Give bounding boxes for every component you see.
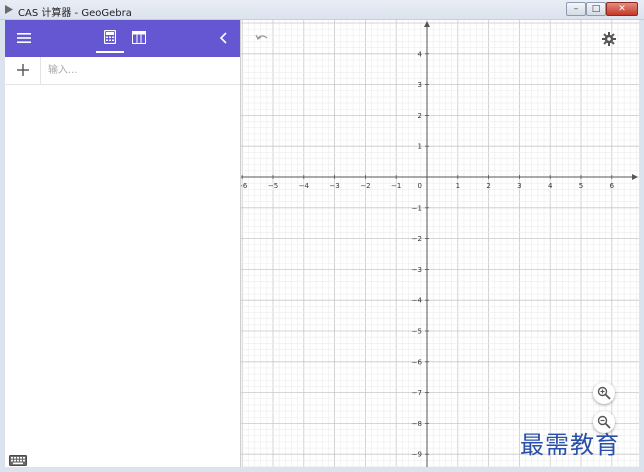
plus-icon[interactable] — [16, 63, 30, 77]
algebra-input[interactable] — [45, 60, 236, 81]
coordinate-grid[interactable]: −6 −5 −4 −3 −2 −1 1 2 3 4 5 6 4 3 2 1 −1 −2 −3 −4 −5 −6 −7 −8 −9… — [241, 20, 639, 467]
algebra-input-row — [5, 57, 240, 85]
y-axis-arrow — [424, 21, 430, 27]
y-tick-label: −3 — [412, 266, 422, 274]
gear-icon[interactable] — [602, 32, 616, 46]
x-tick-label: 6 — [610, 182, 615, 190]
y-tick-label: −8 — [412, 420, 422, 428]
x-tick-label: 3 — [517, 182, 521, 190]
x-tick-label: −4 — [299, 182, 310, 190]
table-icon[interactable] — [132, 31, 146, 44]
undo-icon[interactable] — [255, 33, 269, 42]
geogebra-app-icon — [5, 5, 13, 14]
active-tab-indicator — [96, 51, 124, 53]
keyboard-icon[interactable] — [9, 455, 27, 466]
x-tick-label: 2 — [486, 182, 490, 190]
input-divider — [40, 57, 41, 84]
minimize-button[interactable]: – — [566, 2, 586, 16]
maximize-button[interactable]: □ — [586, 2, 606, 16]
graphics-view[interactable]: −6 −5 −4 −3 −2 −1 1 2 3 4 5 6 4 3 2 1 −1 −2 −3 −4 −5 −6 −7 −8 −9… — [241, 20, 639, 467]
window-title: CAS 计算器 - GeoGebra — [18, 8, 132, 19]
x-axis-arrow — [632, 174, 638, 180]
watermark-text: 最需教育 — [520, 431, 620, 459]
y-tick-label: 4 — [418, 50, 423, 58]
y-tick-label: −2 — [412, 235, 422, 243]
origin-label: 0 — [418, 182, 422, 190]
chevron-left-icon[interactable] — [219, 31, 228, 45]
algebra-toolbar — [5, 20, 240, 57]
calculator-icon[interactable] — [104, 30, 116, 44]
x-tick-label: −1 — [391, 182, 401, 190]
y-tick-label: −1 — [412, 204, 422, 212]
algebra-panel — [5, 20, 241, 467]
y-tick-label: 3 — [418, 81, 422, 89]
x-tick-label: −5 — [268, 182, 278, 190]
y-tick-label: −4 — [412, 297, 423, 305]
y-tick-label: −6 — [412, 358, 423, 366]
x-tick-label: 5 — [579, 182, 583, 190]
y-tick-label: 2 — [418, 112, 422, 120]
x-tick-label: −6 — [241, 182, 248, 190]
menu-icon[interactable] — [17, 32, 31, 44]
y-tick-label: −5 — [412, 328, 422, 336]
x-tick-label: 1 — [456, 182, 460, 190]
y-tick-label: 1 — [418, 143, 422, 151]
window-titlebar[interactable]: CAS 计算器 - GeoGebra – □ ✕ — [0, 0, 644, 20]
x-tick-label: −2 — [360, 182, 370, 190]
close-button[interactable]: ✕ — [606, 2, 638, 16]
zoom-in-icon — [597, 386, 611, 400]
y-tick-label: −9 — [412, 451, 422, 459]
x-tick-label: −3 — [329, 182, 339, 190]
x-tick-label: 4 — [548, 182, 553, 190]
zoom-in-button[interactable] — [593, 382, 615, 404]
y-tick-label: −7 — [412, 389, 422, 397]
